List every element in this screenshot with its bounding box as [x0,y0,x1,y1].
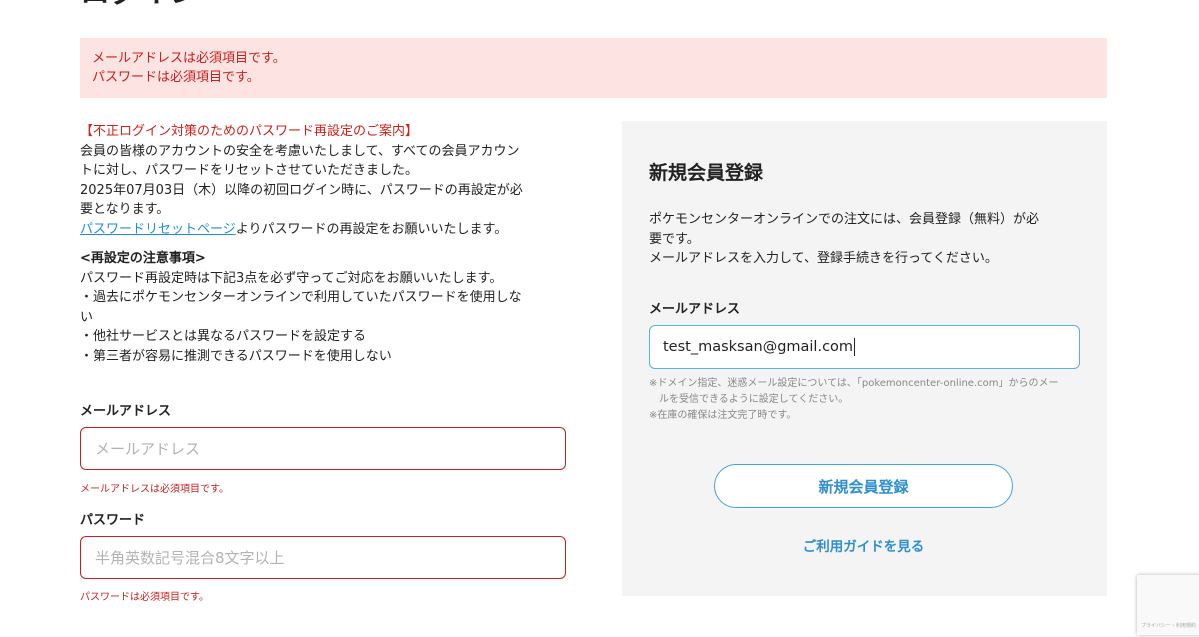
register-title: 新規会員登録 [649,162,764,184]
register-email-input[interactable]: test_masksan@gmail.com [649,325,1080,369]
caution-heading: <再設定の注意事項> [80,251,206,266]
notice-link-suffix: よりパスワードの再設定をお願いいたします。 [235,221,508,237]
register-email-value: test_masksan@gmail.com [663,339,854,355]
register-note-line: ※ドメイン指定、迷惑メール設定については、「pokemoncenter-onli… [649,378,1059,389]
register-desc-line: メールアドレスを入力して、登録手続きを行ってください。 [649,251,998,266]
notice-text: 要となります。 [80,202,170,217]
notice-link-line: パスワードリセットページよりパスワードの再設定をお願いいたします。 [80,220,570,240]
register-description: ポケモンセンターオンラインでの注文には、会員登録（無料）が必 要です。 メールア… [649,210,1089,269]
recaptcha-badge[interactable]: プライバシー・利用規約 [1137,575,1199,635]
caution-bullet: ・過去にポケモンセンターオンラインで利用していたパスワードを使用しな [80,290,522,305]
page-title: ログイン [80,0,200,8]
error-email-required: メールアドレスは必須項目です。 [92,51,286,66]
notice-heading: 【不正ログイン対策のためのパスワード再設定のご案内】 [80,124,419,139]
register-note-line: ルを受信できるように設定してください。 [659,394,849,405]
register-email-label: メールアドレス [649,302,741,317]
login-password-label: パスワード [80,513,146,528]
password-reset-notice: 【不正ログイン対策のためのパスワード再設定のご案内】 会員の皆様のアカウントの安… [80,122,570,366]
register-button[interactable]: 新規会員登録 [714,464,1013,508]
login-email-error: メールアドレスは必須項目です。 [80,484,229,495]
caution-bullet: ・第三者が容易に推測できるパスワードを使用しない [80,348,392,364]
recaptcha-text: プライバシー・利用規約 [1141,623,1196,629]
text-caret [854,338,856,356]
password-reset-link[interactable]: パスワードリセットページ [80,222,236,237]
login-password-error: パスワードは必須項目です。 [80,592,209,603]
notice-text: 2025年07月03日（木）以降の初回ログイン時に、パスワードの再設定が必 [80,182,523,198]
usage-guide-link[interactable]: ご利用ガイドを見る [714,535,1013,555]
login-password-placeholder: 半角英数記号混合8文字以上 [95,549,285,567]
caution-intro: パスワード再設定時は下記3点を必ず守ってご対応をお願いいたします。 [80,270,503,286]
caution-bullet: ・他社サービスとは異なるパスワードを設定する [80,329,367,344]
register-note: ※ドメイン指定、迷惑メール設定については、「pokemoncenter-onli… [649,376,1079,424]
error-banner: メールアドレスは必須項目です。 パスワードは必須項目です。 [80,38,1107,98]
register-desc-line: 要です。 [649,231,700,247]
error-password-required: パスワードは必須項目です。 [92,70,260,85]
login-email-input[interactable]: メールアドレス [80,427,566,470]
register-desc-line: ポケモンセンターオンラインでの注文には、会員登録（無料）が必 [649,212,1040,227]
login-email-label: メールアドレス [80,404,172,419]
notice-text: 会員の皆様のアカウントの安全を考慮いたしまして、すべての会員アカウン [80,143,520,159]
login-email-placeholder: メールアドレス [95,440,201,458]
login-password-input[interactable]: 半角英数記号混合8文字以上 [80,536,566,579]
caution-bullet: い [80,309,94,325]
register-note-line: ※在庫の確保は注文完了時です。 [649,410,797,421]
notice-text: トに対し、パスワードをリセットさせていただきました。 [80,163,419,178]
